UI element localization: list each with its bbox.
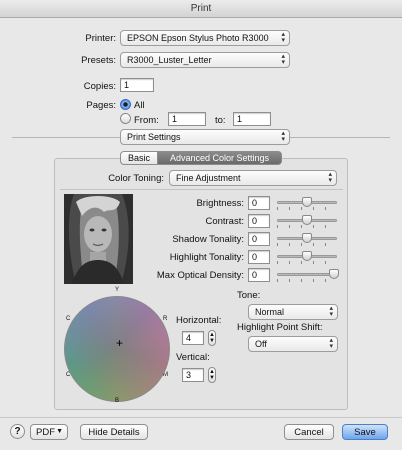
preview-photo (64, 194, 133, 284)
save-button[interactable]: Save (342, 424, 388, 440)
slider-knob[interactable] (302, 233, 312, 243)
highlight-shift-label: Highlight Point Shift: (237, 322, 323, 333)
slider-knob[interactable] (302, 251, 312, 261)
slider-ticks (277, 279, 337, 282)
slider-ticks (277, 207, 337, 210)
copies-label: Copies: (83, 81, 116, 92)
slider-ticks (277, 243, 337, 246)
pages-from-label: From: (134, 115, 159, 126)
pages-all-radio[interactable] (120, 99, 131, 110)
printer-label: Printer: (85, 33, 116, 44)
section-popup[interactable]: Print Settings ▴ ▾ (120, 129, 290, 145)
adjustment-label: Shadow Tonality: (172, 234, 244, 245)
adjustment-field[interactable]: 0 (248, 232, 270, 246)
panel-divider (60, 189, 343, 190)
adjustment-label: Highlight Tonality: (169, 252, 244, 263)
slider-knob[interactable] (302, 197, 312, 207)
copies-field[interactable]: 1 (120, 78, 154, 92)
slider-track (277, 273, 337, 276)
footer-divider (0, 417, 402, 418)
printer-popup[interactable]: EPSON Epson Stylus Photo R3000 ▴ ▾ (120, 30, 290, 46)
updown-arrows-icon: ▴ ▾ (281, 31, 285, 44)
portrait-image (64, 194, 133, 284)
wheel-label-left-top: C (66, 316, 71, 322)
updown-arrows-icon: ▴ ▾ (328, 171, 332, 184)
presets-value: R3000_Luster_Letter (127, 55, 212, 65)
presets-popup[interactable]: R3000_Luster_Letter ▴ ▾ (120, 52, 290, 68)
updown-arrows-icon: ▴ ▾ (281, 53, 285, 66)
slider-ticks (277, 225, 337, 228)
tab-bar: Basic Advanced Color Settings (120, 151, 282, 165)
tab-advanced-color-settings[interactable]: Advanced Color Settings (157, 151, 282, 165)
horizontal-label: Horizontal: (176, 315, 222, 326)
tone-popup[interactable]: Normal ▴ ▾ (248, 304, 338, 320)
vertical-stepper[interactable]: ▲ ▼ (208, 367, 216, 383)
color-toning-label: Color Toning: (108, 173, 164, 184)
slider-knob[interactable] (302, 215, 312, 225)
wheel-label-right-top: R (163, 316, 168, 322)
wheel-label-top: Y (115, 287, 120, 293)
tone-value: Normal (255, 307, 285, 317)
updown-arrows-icon: ▴ ▾ (329, 305, 333, 318)
adjustment-label: Contrast: (205, 216, 244, 227)
tab-basic[interactable]: Basic (120, 151, 158, 165)
adjustment-field[interactable]: 0 (248, 250, 270, 264)
help-button[interactable]: ? (10, 424, 25, 439)
chevron-down-icon: ▼ (56, 428, 63, 435)
highlight-shift-popup[interactable]: Off ▴ ▾ (248, 336, 338, 352)
adjustment-field[interactable]: 0 (248, 268, 270, 282)
vertical-field[interactable]: 3 (182, 368, 204, 382)
highlight-shift-value: Off (255, 339, 267, 349)
pdf-button[interactable]: PDF ▼ (30, 424, 68, 440)
pages-to-field[interactable]: 1 (233, 112, 271, 126)
printer-value: EPSON Epson Stylus Photo R3000 (127, 33, 269, 43)
window-title: Print (190, 3, 212, 14)
wheel-label-bottom: B (115, 398, 120, 404)
vertical-label: Vertical: (176, 352, 210, 363)
pages-from-field[interactable]: 1 (168, 112, 206, 126)
adjustment-slider[interactable] (277, 233, 337, 246)
adjustment-field[interactable]: 0 (248, 214, 270, 228)
adjustment-slider[interactable] (277, 197, 337, 210)
horizontal-field[interactable]: 4 (182, 331, 204, 345)
crosshair-icon[interactable]: + (116, 336, 123, 350)
updown-arrows-icon: ▴ ▾ (329, 337, 333, 350)
color-toning-value: Fine Adjustment (176, 173, 241, 183)
tone-label: Tone: (237, 290, 261, 301)
presets-label: Presets: (81, 55, 116, 66)
adjustment-slider[interactable] (277, 215, 337, 228)
adjustment-label: Max Optical Density: (156, 270, 244, 281)
adjustment-label: Brightness: (196, 198, 244, 209)
slider-knob[interactable] (329, 269, 339, 279)
adjustment-field[interactable]: 0 (248, 196, 270, 210)
pages-all-label: All (134, 100, 145, 111)
hide-details-button[interactable]: Hide Details (80, 424, 148, 440)
adjustment-slider[interactable] (277, 269, 339, 282)
pages-to-label: to: (215, 115, 226, 126)
pdf-label: PDF (36, 427, 55, 438)
adjustment-slider[interactable] (277, 251, 337, 264)
color-toning-popup[interactable]: Fine Adjustment ▴ ▾ (169, 170, 337, 186)
updown-arrows-icon: ▴ ▾ (281, 130, 285, 143)
slider-ticks (277, 261, 337, 264)
horizontal-stepper[interactable]: ▲ ▼ (208, 330, 216, 346)
cancel-button[interactable]: Cancel (284, 424, 334, 440)
pages-from-radio[interactable] (120, 113, 131, 124)
window-titlebar: Print (0, 0, 402, 18)
pages-label: Pages: (86, 100, 116, 111)
section-value: Print Settings (127, 132, 181, 142)
